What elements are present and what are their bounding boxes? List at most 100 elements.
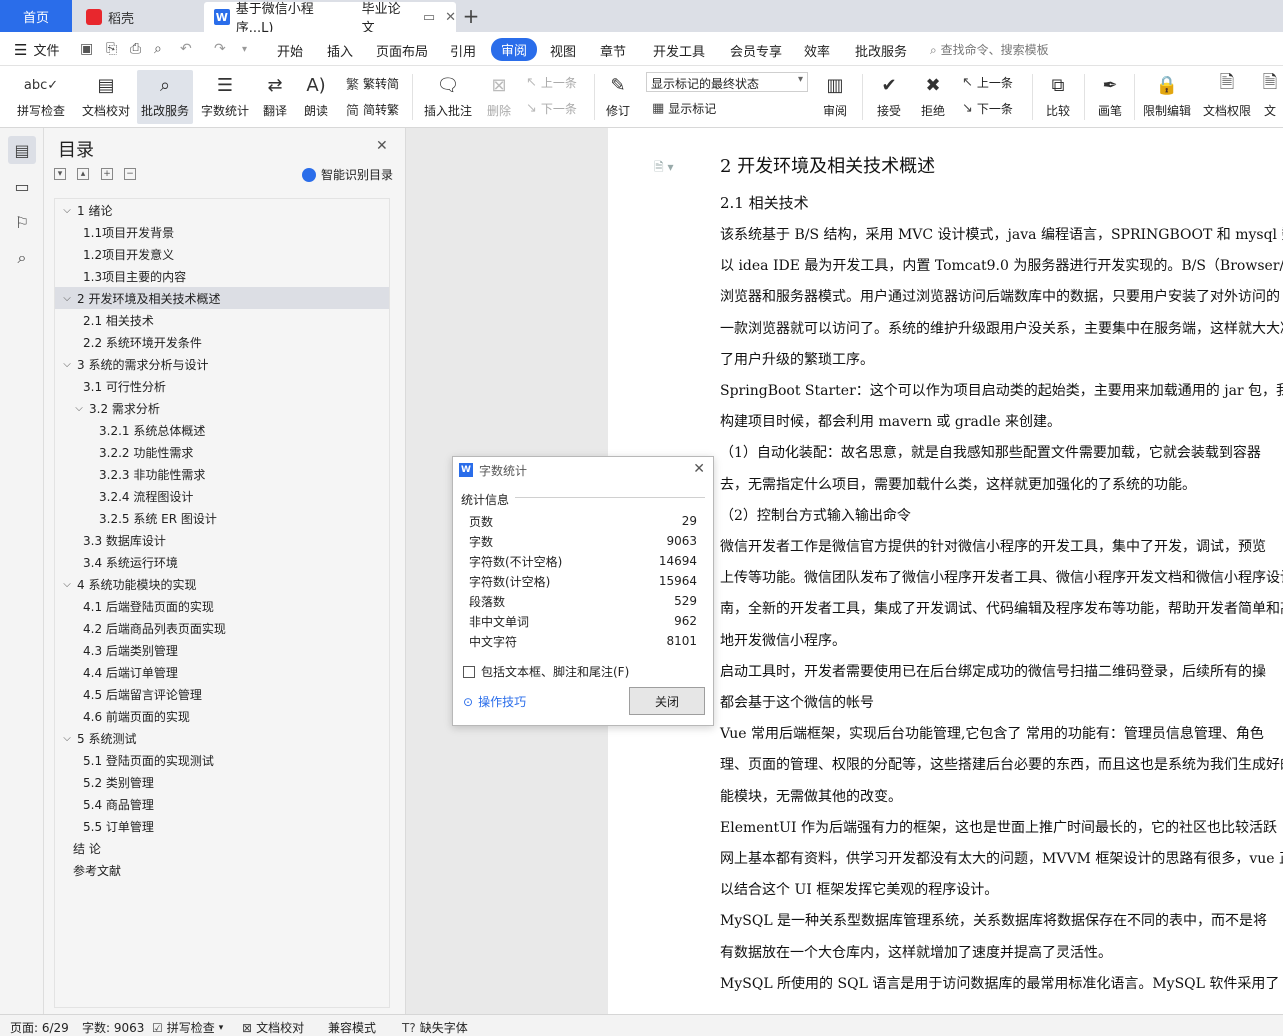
status-spell[interactable]: ☑ 拼写检查 ▾	[152, 1019, 223, 1036]
toc-item[interactable]: 3.1 可行性分析	[55, 375, 389, 397]
dialog-close-icon[interactable]: ✕	[693, 461, 705, 477]
tab-home[interactable]: 首页	[0, 0, 72, 32]
toc-item[interactable]: 5.2 类别管理	[55, 771, 389, 793]
prev-change-button[interactable]: ↖ 上一条	[962, 74, 1013, 91]
toc-item[interactable]: 1.2项目开发意义	[55, 243, 389, 265]
menu-efficiency[interactable]: 效率	[804, 41, 830, 60]
menu-chapter[interactable]: 章节	[600, 41, 626, 60]
page-marker-icon[interactable]: 🗎 ▾	[654, 158, 674, 179]
reject-button[interactable]: ✖ 拒绝	[914, 70, 952, 124]
chevron-down-icon[interactable]: ⌵	[73, 403, 85, 414]
menu-review[interactable]: 审阅	[491, 38, 538, 61]
menu-start[interactable]: 开始	[277, 41, 303, 60]
toc-item[interactable]: 5.4 商品管理	[55, 793, 389, 815]
tips-link[interactable]: ⊙ 操作技巧	[463, 693, 526, 710]
toc-item[interactable]: 4.1 后端登陆页面的实现	[55, 595, 389, 617]
more-ribbon-button[interactable]: 🗎 文	[1258, 70, 1282, 124]
simp-to-trad-button[interactable]: 简 简转繁	[346, 100, 399, 119]
toc-close-icon[interactable]: ✕	[376, 138, 388, 154]
toc-item[interactable]: 2.1 相关技术	[55, 309, 389, 331]
tab-docer[interactable]: 稻壳	[74, 2, 202, 32]
toc-item[interactable]: 3.2.5 系统 ER 图设计	[55, 507, 389, 529]
menu-reference[interactable]: 引用	[450, 41, 476, 60]
command-search[interactable]: ⌕ 查找命令、搜索模板	[930, 41, 1049, 58]
restrict-edit-button[interactable]: 🔒 限制编辑	[1140, 70, 1194, 124]
toc-item[interactable]: 5.5 订单管理	[55, 815, 389, 837]
markup-state-select[interactable]: 显示标记的最终状态	[646, 72, 808, 92]
translate-button[interactable]: ⇄ 翻译	[256, 70, 294, 124]
accept-button[interactable]: ✔ 接受	[870, 70, 908, 124]
collapse-up-icon[interactable]: ▴	[77, 168, 89, 180]
dialog-header[interactable]: W 字数统计 ✕	[453, 457, 713, 483]
find-icon[interactable]: ⌕	[8, 244, 36, 272]
menu-devtools[interactable]: 开发工具	[653, 41, 705, 60]
redo-icon[interactable]: ↷	[214, 41, 226, 57]
compare-button[interactable]: ⧉ 比较	[1038, 70, 1078, 124]
menu-view[interactable]: 视图	[550, 41, 576, 60]
undo-icon[interactable]: ↶	[180, 41, 192, 57]
spell-check-button[interactable]: abc✓ 拼写检查	[10, 70, 72, 124]
next-change-button[interactable]: ↘ 下一条	[962, 100, 1013, 117]
save-icon[interactable]: ▣	[80, 41, 93, 57]
toc-item[interactable]: 5.1 登陆页面的实现测试	[55, 749, 389, 771]
toc-item[interactable]: 4.6 前端页面的实现	[55, 705, 389, 727]
toc-item[interactable]: 3.3 数据库设计	[55, 529, 389, 551]
toc-item[interactable]: 4.2 后端商品列表页面实现	[55, 617, 389, 639]
export-pdf-icon[interactable]: ⎘	[106, 41, 117, 57]
checkbox-box[interactable]	[463, 665, 475, 678]
print-icon[interactable]: ⎙	[130, 41, 141, 57]
delete-comment-button[interactable]: ⊠ 删除	[480, 70, 518, 124]
track-changes-button[interactable]: ✎ 修订	[600, 70, 636, 124]
new-tab-button[interactable]: +	[458, 4, 484, 28]
chevron-down-icon[interactable]: ⌵	[61, 205, 73, 216]
toc-item[interactable]: ⌵ 3.2 需求分析	[55, 397, 389, 419]
trad-to-simp-button[interactable]: 繁 繁转简	[346, 74, 399, 93]
file-menu[interactable]: ☰ 文件	[14, 40, 59, 60]
word-count-button[interactable]: ☰ 字数统计	[197, 70, 253, 124]
toc-item[interactable]: 4.5 后端留言评论管理	[55, 683, 389, 705]
show-markup-button[interactable]: ▦ 显示标记	[652, 100, 716, 117]
tab-close-icon[interactable]: ✕	[445, 10, 456, 25]
include-notes-checkbox[interactable]: 包括文本框、脚注和尾注(F)	[463, 663, 629, 680]
toc-item[interactable]: ⌵ 5 系统测试	[55, 727, 389, 749]
menu-layout[interactable]: 页面布局	[376, 41, 428, 60]
toc-item[interactable]: 2.2 系统环境开发条件	[55, 331, 389, 353]
chapter-nav-icon[interactable]: ▭	[8, 172, 36, 200]
menu-insert[interactable]: 插入	[327, 41, 353, 60]
revise-service-button[interactable]: ⌕ 批改服务	[137, 70, 193, 124]
status-words[interactable]: 字数: 9063	[82, 1019, 144, 1036]
toc-item[interactable]: 结 论	[55, 837, 389, 859]
qa-more-icon[interactable]: ▾	[242, 44, 247, 55]
read-aloud-button[interactable]: A) 朗读	[298, 70, 334, 124]
status-proof[interactable]: ⊠ 文档校对	[242, 1019, 304, 1036]
next-comment-button[interactable]: ↘ 下一条	[526, 100, 577, 117]
toc-item[interactable]: 3.2.3 非功能性需求	[55, 463, 389, 485]
collapse-down-icon[interactable]: ▾	[54, 168, 66, 180]
toc-item[interactable]: ⌵ 4 系统功能模块的实现	[55, 573, 389, 595]
chevron-down-icon[interactable]: ⌵	[61, 733, 73, 744]
toc-item[interactable]: ⌵ 1 绪论	[55, 199, 389, 221]
toc-item[interactable]: 4.4 后端订单管理	[55, 661, 389, 683]
pen-button[interactable]: ✒ 画笔	[1092, 70, 1128, 124]
menu-member[interactable]: 会员专享	[730, 41, 782, 60]
doc-permission-button[interactable]: 🗎 文档权限	[1200, 70, 1254, 124]
bookmark-icon[interactable]: ⚐	[8, 208, 36, 236]
toc-item[interactable]: 4.3 后端类别管理	[55, 639, 389, 661]
toc-item[interactable]: 3.2.4 流程图设计	[55, 485, 389, 507]
toc-item[interactable]: 1.3项目主要的内容	[55, 265, 389, 287]
expand-all-icon[interactable]: +	[101, 168, 113, 180]
tab-document[interactable]: W 基于微信小程序...L) 毕业论文 ▭ ✕	[204, 2, 456, 36]
chevron-down-icon[interactable]: ⌵	[61, 293, 73, 304]
toc-item[interactable]: ⌵ 3 系统的需求分析与设计	[55, 353, 389, 375]
toc-item[interactable]: 3.2.1 系统总体概述	[55, 419, 389, 441]
dialog-close-button[interactable]: 关闭	[629, 687, 705, 715]
toc-icon[interactable]: ▤	[8, 136, 36, 164]
toc-item[interactable]: 3.2.2 功能性需求	[55, 441, 389, 463]
doc-proof-button[interactable]: ▤ 文档校对	[78, 70, 134, 124]
toc-item[interactable]: 1.1项目开发背景	[55, 221, 389, 243]
toc-item[interactable]: 3.4 系统运行环境	[55, 551, 389, 573]
toc-item[interactable]: 参考文献	[55, 859, 389, 881]
status-missing-font[interactable]: T? 缺失字体	[402, 1019, 468, 1036]
status-page[interactable]: 页面: 6/29	[10, 1019, 69, 1036]
window-icon[interactable]: ▭	[423, 10, 435, 25]
